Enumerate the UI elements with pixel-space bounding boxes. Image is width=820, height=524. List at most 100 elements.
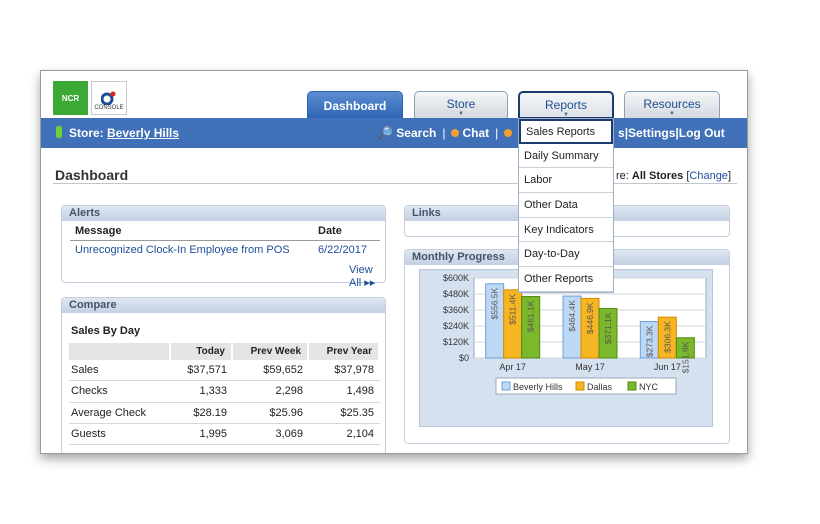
- panel-title: Alerts: [62, 206, 385, 221]
- data-label: $511.4K: [508, 293, 518, 324]
- nav-links-left: 🔎 Search | Chat |: [378, 126, 515, 140]
- data-label: $446.9K: [585, 302, 595, 334]
- table-row: Guests 1,995 3,069 2,104: [69, 424, 380, 446]
- tab-label: Dashboard: [323, 99, 387, 113]
- store-label: Store:: [69, 126, 104, 140]
- console-logo-icon: [101, 91, 116, 105]
- ncr-logo-text: NCR: [61, 93, 80, 103]
- app-window: NCR CONSOLE Dashboard Store ▼ Reports ▼ Re…: [40, 70, 748, 454]
- bracket: ]: [727, 170, 731, 182]
- menu-item-other-reports[interactable]: Other Reports: [519, 267, 613, 292]
- column-header: Prev Year: [309, 343, 380, 360]
- table-cell: $25.35: [309, 403, 380, 424]
- data-label: $273.3K: [644, 325, 654, 357]
- legend-swatch: [627, 381, 637, 391]
- table-cell: Sales: [69, 360, 171, 382]
- table-cell: $25.96: [233, 403, 309, 424]
- compare-table: Today Prev Week Prev Year Sales $37,571 $5…: [69, 343, 380, 446]
- menu-item-sales-reports[interactable]: Sales Reports: [519, 119, 613, 144]
- table-cell: Guests: [69, 424, 171, 446]
- table-cell: 1,995: [171, 424, 233, 446]
- store-filter-label: re:: [616, 170, 629, 182]
- reports-dropdown-menu: Sales Reports Daily Summary Labor Other …: [518, 118, 614, 293]
- compare-subtitle: Sales By Day: [71, 325, 141, 337]
- y-tick-label: $120K: [443, 337, 469, 347]
- compare-panel: Compare Sales By Day Today Prev Week Pre…: [61, 297, 386, 453]
- store-name-link[interactable]: Beverly Hills: [107, 126, 179, 140]
- table-cell: 1,498: [309, 381, 380, 403]
- legend-swatch: [575, 381, 585, 391]
- logout-link[interactable]: Log Out: [679, 126, 725, 140]
- column-header: [69, 343, 171, 360]
- panel-title: Compare: [62, 298, 385, 313]
- column-header-message: Message: [75, 225, 122, 237]
- nav-separator: |: [495, 126, 499, 140]
- legend-label: NYC: [639, 382, 659, 392]
- table-cell: $37,571: [171, 360, 233, 382]
- menu-item-key-indicators[interactable]: Key Indicators: [519, 218, 613, 243]
- console-logo-text: CONSOLE: [94, 105, 124, 111]
- alert-message-link[interactable]: Unrecognized Clock-In Employee from POS: [75, 244, 290, 256]
- tab-resources[interactable]: Resources ▼: [624, 91, 720, 119]
- chevron-down-icon: ▼: [458, 111, 464, 117]
- header-divider: [70, 240, 380, 241]
- y-tick-label: $600K: [443, 273, 469, 283]
- store-filter-value: All Stores: [631, 170, 684, 182]
- table-cell: $37,978: [309, 360, 380, 382]
- y-tick-label: $480K: [443, 289, 469, 299]
- data-label: $461.1K: [526, 300, 536, 332]
- menu-item-daily-summary[interactable]: Daily Summary: [519, 144, 613, 169]
- data-label: $371.1K: [603, 312, 613, 344]
- table-cell: $28.19: [171, 403, 233, 424]
- table-cell: $59,652: [233, 360, 309, 382]
- nav-links-right: s|Settings|Log Out: [618, 126, 725, 140]
- title-divider: [53, 183, 737, 184]
- x-tick-label: Jun 17: [654, 362, 681, 372]
- legend-label: Beverly Hills: [513, 382, 563, 392]
- legend-label: Dallas: [587, 382, 613, 392]
- data-label: $306.3K: [662, 321, 672, 353]
- change-store-link[interactable]: Change: [689, 170, 728, 182]
- menu-item-labor[interactable]: Labor: [519, 168, 613, 194]
- x-tick-label: Apr 17: [499, 362, 526, 372]
- table-cell: 1,333: [171, 381, 233, 403]
- search-link[interactable]: Search: [396, 126, 436, 140]
- table-row: Average Check $28.19 $25.96 $25.35: [69, 403, 380, 424]
- column-header: Prev Week: [233, 343, 309, 360]
- y-tick-label: $240K: [443, 321, 469, 331]
- data-label: $556.5K: [490, 287, 500, 319]
- tab-store[interactable]: Store ▼: [414, 91, 508, 119]
- ncr-logo[interactable]: NCR: [53, 81, 88, 115]
- table-row: Sales $37,571 $59,652 $37,978: [69, 360, 380, 382]
- data-label: $464.4K: [567, 300, 577, 332]
- store-filter: re: All Stores [Change]: [616, 170, 731, 182]
- table-cell: 2,104: [309, 424, 380, 446]
- menu-item-other-data[interactable]: Other Data: [519, 193, 613, 218]
- tab-reports[interactable]: Reports ▼: [518, 91, 614, 119]
- table-cell: Average Check: [69, 403, 171, 424]
- page-title: Dashboard: [55, 167, 129, 183]
- chat-icon: [451, 129, 460, 137]
- nav-partial-link[interactable]: s: [618, 126, 625, 140]
- pushpin-icon: [56, 126, 62, 138]
- store-selector: Store: Beverly Hills: [69, 126, 179, 140]
- nav-bar: Store: Beverly Hills 🔎 Search | Chat | s|Se…: [41, 118, 747, 148]
- table-cell: 2,298: [233, 381, 309, 403]
- view-all-link[interactable]: View All ▸▸: [349, 264, 385, 289]
- alert-date: 6/22/2017: [318, 244, 367, 256]
- column-header-date: Date: [318, 225, 342, 237]
- chevron-down-icon: ▼: [669, 111, 675, 117]
- tab-dashboard[interactable]: Dashboard: [307, 91, 403, 119]
- menu-item-day-to-day[interactable]: Day-to-Day: [519, 242, 613, 268]
- console-logo[interactable]: CONSOLE: [91, 81, 127, 115]
- table-row: Checks 1,333 2,298 1,498: [69, 381, 380, 403]
- column-header: Today: [171, 343, 233, 360]
- search-icon: 🔎: [378, 126, 393, 140]
- data-label: $151.9K: [680, 341, 690, 373]
- chat-link[interactable]: Chat: [462, 126, 489, 140]
- settings-link[interactable]: Settings: [628, 126, 675, 140]
- tab-label: Reports: [544, 98, 588, 112]
- alerts-panel: Alerts Message Date Unrecognized Clock-I…: [61, 205, 386, 289]
- y-tick-label: $360K: [443, 305, 469, 315]
- table-cell: Checks: [69, 381, 171, 403]
